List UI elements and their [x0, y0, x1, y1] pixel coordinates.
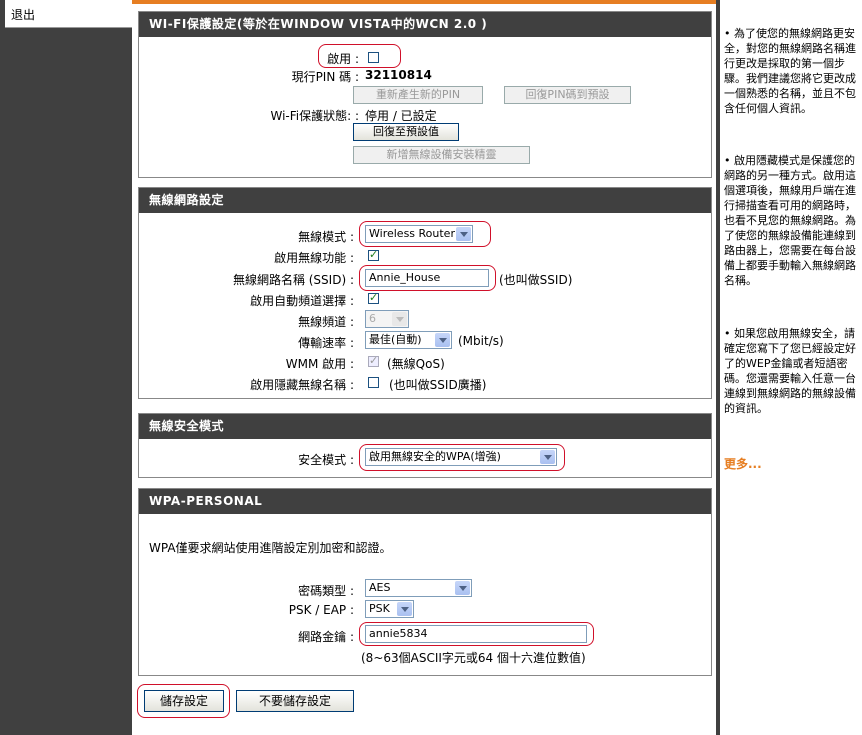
wps-pin-value: 32110814 — [365, 68, 432, 82]
psk-eap-value: PSK — [369, 602, 390, 615]
help-tip-ssid: • 為了使您的無線網路更安全，對您的無線網路名稱進行更改是採取的第一個步驟。我們… — [724, 27, 856, 115]
network-key-hint: (8~63個ASCII字元或64 個十六進位數值) — [361, 651, 586, 665]
dont-save-button[interactable]: 不要儲存設定 — [236, 690, 354, 712]
chevron-down-icon — [435, 333, 450, 347]
ssid-input[interactable]: Annie_House — [365, 269, 489, 287]
wps-enable-checkbox[interactable] — [368, 52, 379, 63]
chevron-down-icon — [397, 602, 412, 616]
wps-enable-label: 啟用 : — [327, 52, 359, 66]
psk-eap-select[interactable]: PSK — [365, 600, 414, 618]
nav-item-logout-label: 退出 — [11, 8, 36, 22]
hidden-ssid-checkbox[interactable] — [368, 377, 379, 388]
save-button[interactable]: 儲存設定 — [144, 690, 224, 712]
wps-status-value: 停用 / 已設定 — [365, 109, 437, 123]
ssid-note: (也叫做SSID) — [499, 273, 573, 287]
wireless-mode-select[interactable]: Wireless Router — [365, 225, 473, 243]
chevron-down-icon — [456, 227, 471, 241]
cipher-label: 密碼類型 : — [298, 584, 354, 598]
security-mode-value: 啟用無線安全的WPA(增強) — [369, 450, 501, 463]
wireless-section: 無線網路設定 無線模式 : Wireless Router 啟用無線功能 : 無… — [138, 187, 712, 399]
hidden-ssid-label: 啟用隱藏無線名稱 : — [250, 378, 354, 392]
wps-section-title: WI-FI保護設定(等於在WINDOW VISTA中的WCN 2.0 ) — [139, 12, 711, 37]
wps-pin-label: 現行PIN 碼 : — [291, 70, 359, 84]
help-sidebar: • 為了使您的無線網路更安全，對您的無線網路名稱進行更改是採取的第一個步驟。我們… — [716, 0, 862, 735]
security-mode-label: 安全模式 : — [298, 453, 354, 467]
network-key-label: 網路金鑰 : — [298, 630, 354, 644]
wps-status-label: Wi-Fi保護狀態: : — [270, 109, 359, 123]
restore-default-button[interactable]: 回復至預設值 — [353, 123, 459, 141]
wmm-note: (無線QoS) — [387, 357, 445, 371]
wireless-section-title: 無線網路設定 — [139, 188, 711, 213]
rate-unit: (Mbit/s) — [458, 334, 504, 348]
wireless-mode-value: Wireless Router — [369, 227, 455, 240]
reset-pin-button[interactable]: 回復PIN碼到預設 — [504, 86, 631, 104]
security-section: 無線安全模式 安全模式 : 啟用無線安全的WPA(增強) — [138, 413, 712, 478]
channel-label: 無線頻道 : — [298, 315, 354, 329]
left-nav: 退出 — [0, 0, 132, 735]
nav-item-logout[interactable]: 退出 — [5, 0, 132, 28]
network-key-input[interactable]: annie5834 — [365, 625, 587, 643]
hidden-ssid-note: (也叫做SSID廣播) — [389, 378, 487, 392]
wmm-checkbox[interactable] — [368, 354, 379, 367]
wmm-label: WMM 啟用 : — [285, 357, 354, 371]
chevron-down-icon — [455, 581, 470, 595]
security-section-title: 無線安全模式 — [139, 414, 711, 439]
wpa-section: WPA-PERSONAL WPA僅要求網站使用進階設定別加密和認證。 密碼類型 … — [138, 488, 712, 676]
help-tip-hidden: • 啟用隱藏模式是保護您的網路的另一種方式。啟用這個選項後，無線用戶端在進行掃描… — [724, 154, 856, 287]
help-panel: • 為了使您的無線網路更安全，對您的無線網路名稱進行更改是採取的第一個步驟。我們… — [720, 0, 862, 735]
cipher-value: AES — [369, 581, 391, 594]
rate-value: 最佳(自動) — [369, 333, 422, 346]
help-tip-security: • 如果您啟用無線安全，請確定您寫下了您已經設定好了的WEP金鑰或者短語密碼。您… — [724, 327, 856, 415]
wpa-section-title: WPA-PERSONAL — [139, 489, 711, 514]
channel-select[interactable]: 6 — [365, 310, 409, 328]
rate-select[interactable]: 最佳(自動) — [365, 331, 452, 349]
top-accent-bar — [132, 0, 716, 4]
regenerate-pin-button[interactable]: 重新產生新的PIN — [353, 86, 483, 104]
main-content: WI-FI保護設定(等於在WINDOW VISTA中的WCN 2.0 ) 啟用 … — [132, 0, 716, 735]
chevron-down-icon — [392, 312, 407, 326]
rate-label: 傳輸速率 : — [298, 336, 354, 350]
more-link[interactable]: 更多... — [724, 455, 762, 472]
channel-value: 6 — [369, 312, 376, 325]
security-mode-select[interactable]: 啟用無線安全的WPA(增強) — [365, 448, 557, 466]
auto-channel-checkbox[interactable] — [368, 291, 379, 304]
auto-channel-label: 啟用自動頻道選擇 : — [250, 294, 354, 308]
psk-eap-label: PSK / EAP : — [288, 603, 354, 617]
wireless-enable-checkbox[interactable] — [368, 248, 379, 261]
wireless-mode-label: 無線模式 : — [298, 230, 354, 244]
wireless-enable-label: 啟用無線功能 : — [274, 251, 354, 265]
ssid-label: 無線網路名稱 (SSID) : — [232, 273, 354, 287]
add-device-wizard-button[interactable]: 新增無線設備安裝精靈 — [353, 146, 530, 164]
chevron-down-icon — [540, 450, 555, 464]
wps-section: WI-FI保護設定(等於在WINDOW VISTA中的WCN 2.0 ) 啟用 … — [138, 11, 712, 178]
wpa-description: WPA僅要求網站使用進階設定別加密和認證。 — [149, 541, 392, 555]
cipher-select[interactable]: AES — [365, 579, 472, 597]
